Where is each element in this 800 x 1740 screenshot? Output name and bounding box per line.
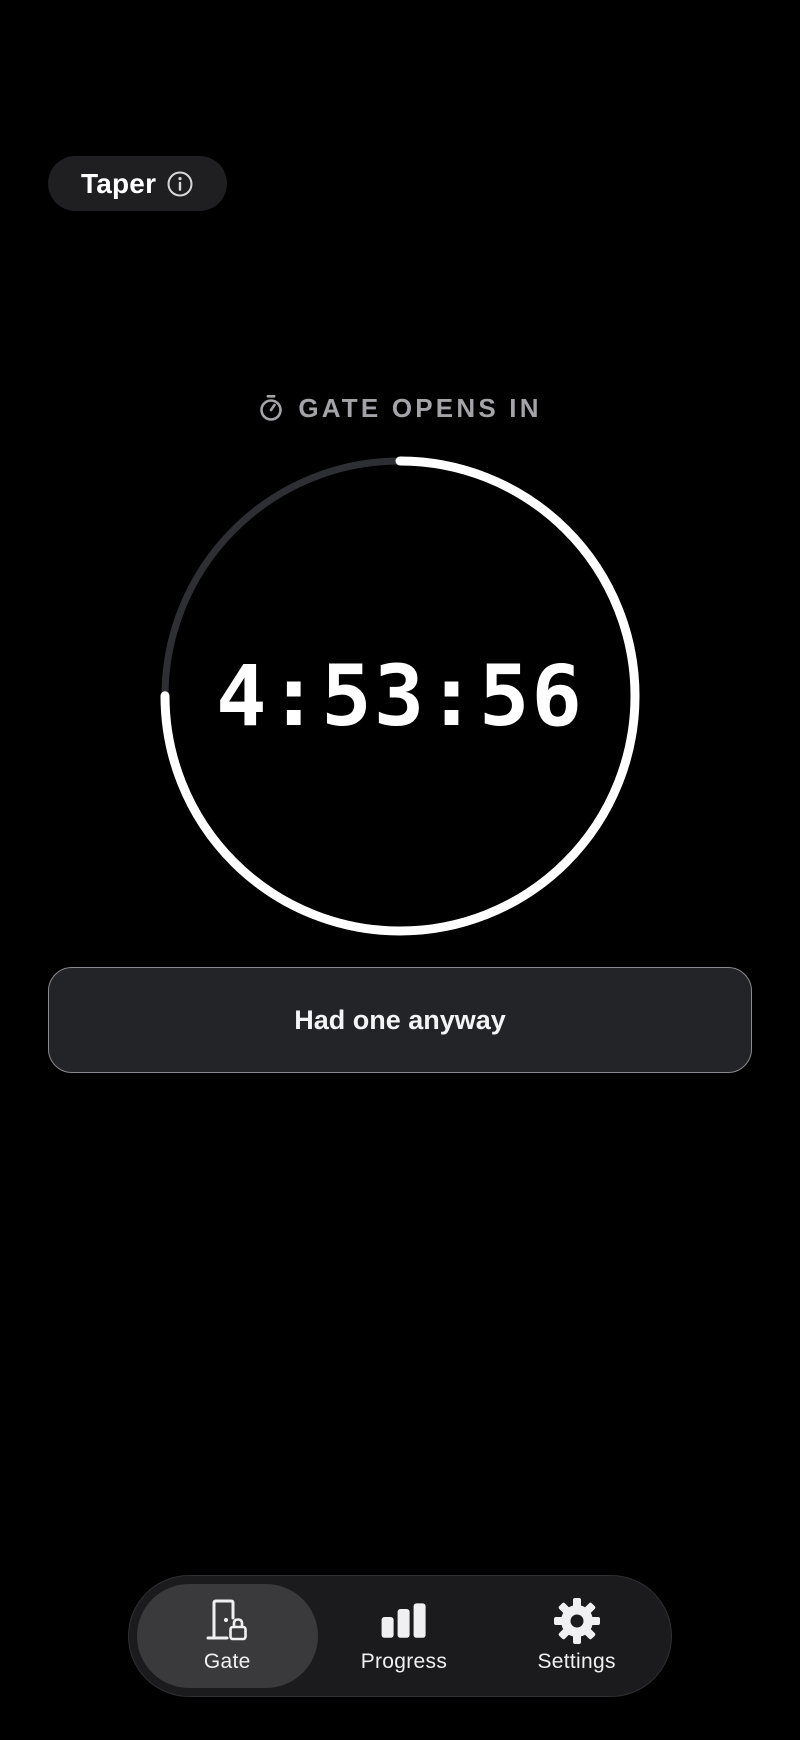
countdown-timer: 4:53:56 [215,647,584,745]
bottom-tab-bar: Gate Progress Settings [128,1575,672,1697]
info-circle-icon[interactable] [166,170,194,198]
tab-gate-label: Gate [203,1650,251,1673]
stopwatch-icon [258,394,284,422]
countdown-ring: 4:53:56 [160,456,640,936]
gate-opens-caption: GATE OPENS IN [298,392,542,423]
tab-progress-label: Progress [360,1650,448,1673]
tab-settings-label: Settings [537,1650,616,1673]
app-name-pill[interactable]: Taper [48,156,228,211]
had-one-anyway-label: Had one anyway [294,1004,506,1035]
tab-gate[interactable]: Gate [137,1584,318,1688]
tab-progress[interactable]: Progress [318,1584,491,1688]
app-name: Taper [81,167,157,199]
tab-settings[interactable]: Settings [490,1584,663,1688]
door-lock-icon [203,1598,251,1644]
had-one-anyway-button[interactable]: Had one anyway [48,967,752,1073]
timer-caption: GATE OPENS IN [0,390,800,426]
gear-icon [553,1598,601,1644]
bar-chart-icon [380,1598,428,1644]
